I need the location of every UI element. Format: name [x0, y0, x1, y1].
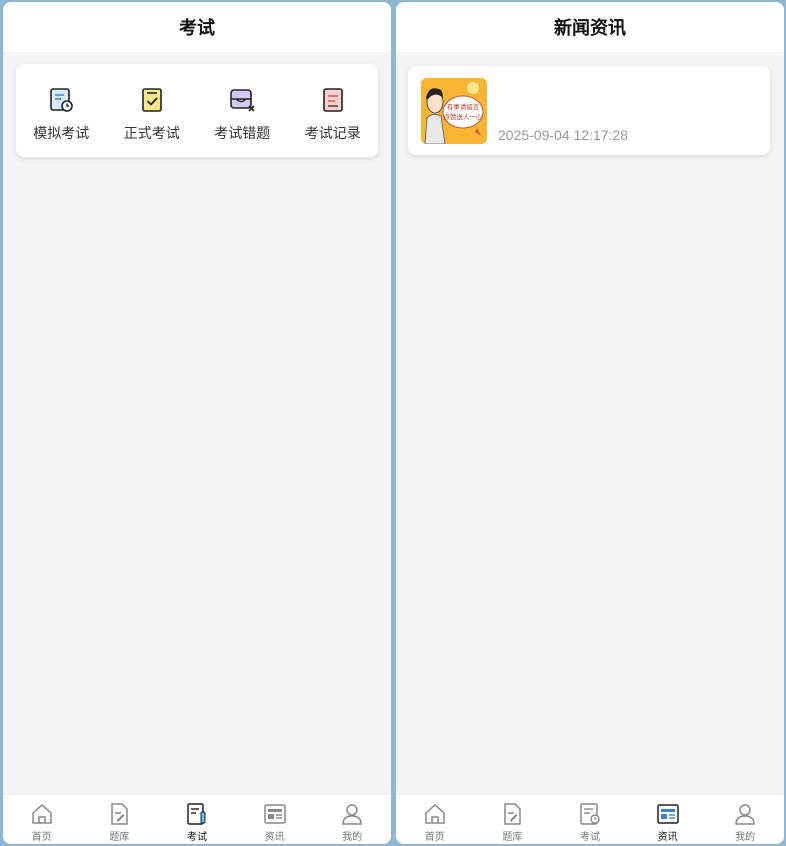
exam-record-button[interactable]: 考试记录: [288, 64, 379, 157]
bottom-tab-bar: 首页 题库 考试 资讯 我的: [396, 794, 784, 844]
tab-home[interactable]: 首页: [396, 795, 474, 844]
news-icon: [656, 804, 679, 824]
mock-exam-button[interactable]: 模拟考试: [16, 64, 107, 157]
exam-record-icon: [322, 88, 343, 112]
mock-exam-label: 模拟考试: [33, 125, 90, 141]
tab-question-bank-label: 题库: [502, 832, 523, 843]
exam-icon: [580, 803, 600, 825]
tab-profile[interactable]: 我的: [706, 795, 784, 844]
wrong-questions-label: 考试错题: [214, 125, 271, 141]
profile-icon: [735, 804, 755, 825]
wrong-questions-icon: [230, 89, 255, 112]
news-thumbnail-image: 有事请留言 点赞送人一心: [421, 78, 487, 144]
home-icon: [425, 803, 445, 824]
exam-screen: 考试 模拟考试 正式考试 考试错题 考试记录 首页 题库 考试 资讯 我的: [3, 2, 391, 844]
exam-record-label: 考试记录: [304, 125, 361, 141]
tab-home[interactable]: 首页: [3, 795, 81, 844]
thumb-text-line1: 有事请留言: [447, 102, 480, 111]
tab-news-label: 资讯: [264, 832, 285, 843]
news-item[interactable]: 有事请留言 点赞送人一心 2025-09-04 12:17:28: [408, 66, 770, 155]
tab-profile-label: 我的: [735, 832, 756, 843]
thumb-text-line2: 点赞送人一心: [444, 112, 484, 121]
formal-exam-icon: [141, 88, 162, 112]
tab-exam[interactable]: 考试: [158, 795, 236, 844]
exam-menu-card: 模拟考试 正式考试 考试错题 考试记录: [16, 64, 378, 157]
tab-exam-label: 考试: [186, 832, 207, 843]
tab-news[interactable]: 资讯: [236, 795, 314, 844]
tab-question-bank[interactable]: 题库: [474, 795, 552, 844]
tab-question-bank-label: 题库: [109, 832, 130, 843]
tab-profile-label: 我的: [342, 832, 363, 843]
formal-exam-label: 正式考试: [123, 125, 180, 141]
formal-exam-button[interactable]: 正式考试: [107, 64, 198, 157]
page-title: 新闻资讯: [396, 2, 784, 52]
bottom-tab-bar: 首页 题库 考试 资讯 我的: [3, 794, 391, 844]
tab-home-label: 首页: [31, 832, 52, 843]
tab-exam-label: 考试: [579, 832, 600, 843]
news-thumbnail: 有事请留言 点赞送人一心: [421, 78, 487, 144]
news-timestamp: 2025-09-04 12:17:28: [498, 127, 628, 143]
question-bank-icon: [504, 803, 522, 825]
question-bank-icon: [111, 803, 129, 825]
wrong-questions-button[interactable]: 考试错题: [197, 64, 288, 157]
exam-icon: [187, 803, 206, 825]
mock-exam-icon: [50, 88, 74, 112]
tab-news[interactable]: 资讯: [629, 795, 707, 844]
news-screen: 新闻资讯 有事请留言 点赞送人一心 2025-09-04 12:17:28 首页…: [396, 2, 784, 844]
tab-home-label: 首页: [424, 832, 445, 843]
tab-news-label: 资讯: [657, 832, 678, 843]
home-icon: [32, 803, 52, 824]
profile-icon: [342, 804, 362, 825]
tab-question-bank[interactable]: 题库: [81, 795, 159, 844]
page-title: 考试: [3, 2, 391, 52]
tab-exam[interactable]: 考试: [551, 795, 629, 844]
news-icon: [263, 804, 286, 824]
tab-profile[interactable]: 我的: [313, 795, 391, 844]
